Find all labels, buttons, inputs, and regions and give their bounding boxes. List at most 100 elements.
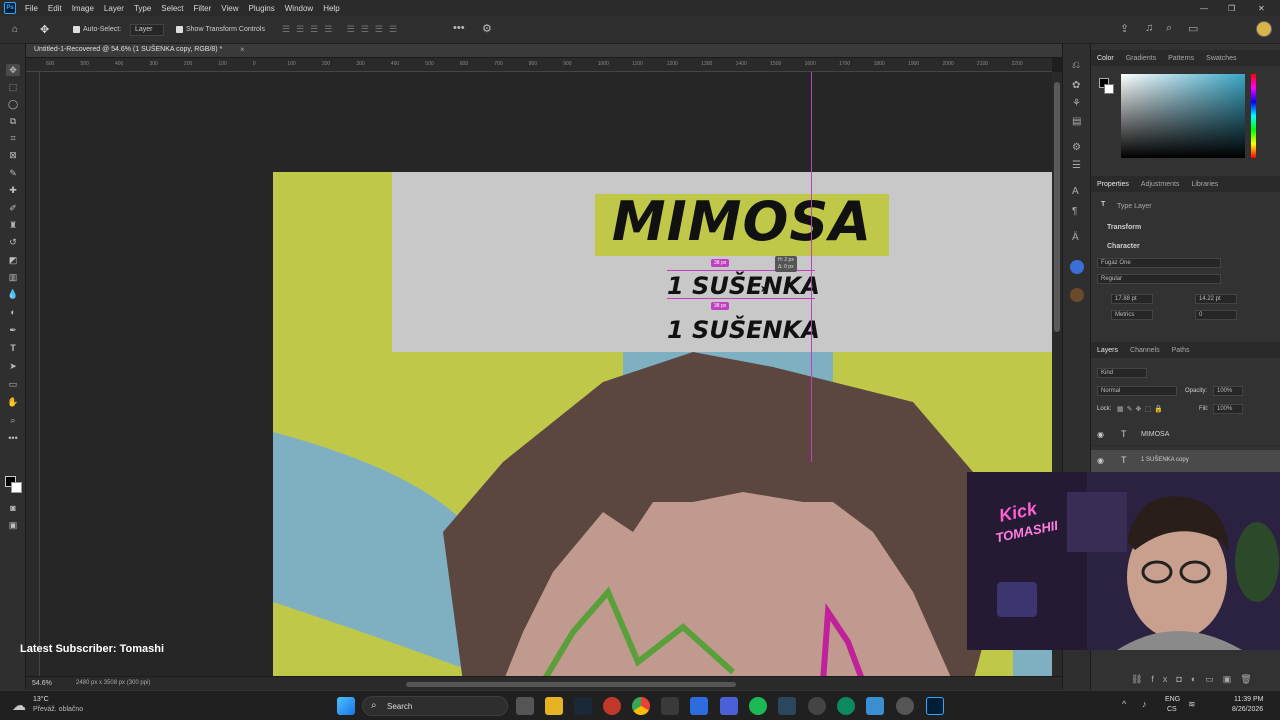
canvas-area[interactable]: MIMOSA 1 SUŠENKA 1 SUŠENKA 38 px 38 px H… xyxy=(40,72,1052,676)
layer-row-mimosa[interactable]: ◉ T MIMOSA xyxy=(1091,424,1280,446)
restore-icon[interactable]: ❐ xyxy=(1228,4,1235,13)
hand-tool-icon[interactable]: ✋ xyxy=(6,396,20,408)
align-icons[interactable]: ☰☰☰☰ ☰☰☰☰ xyxy=(282,24,403,35)
tab-adjustments[interactable]: Adjustments xyxy=(1135,181,1186,188)
steam-icon[interactable] xyxy=(574,697,592,715)
zoom-level[interactable]: 54.6% xyxy=(32,680,52,687)
healing-tool-icon[interactable]: ✚ xyxy=(6,184,20,196)
menu-layer[interactable]: Layer xyxy=(99,4,129,13)
brush-tool-icon[interactable]: ✐ xyxy=(6,202,20,214)
steam-2-icon[interactable] xyxy=(778,697,796,715)
weather-icon[interactable]: ☁ xyxy=(12,697,26,714)
tab-layers[interactable]: Layers xyxy=(1091,347,1124,354)
tab-patterns[interactable]: Patterns xyxy=(1162,55,1200,62)
app-red-icon[interactable] xyxy=(603,697,621,715)
obs-icon[interactable] xyxy=(808,697,826,715)
menu-filter[interactable]: Filter xyxy=(189,4,217,13)
lock-icons[interactable]: ▦✎✥⬚🔒 xyxy=(1117,405,1166,413)
rectangle-tool-icon[interactable]: ▭ xyxy=(6,378,20,390)
menu-file[interactable]: File xyxy=(20,4,43,13)
visibility-eye-icon[interactable]: ◉ xyxy=(1097,430,1104,439)
adjust-icon[interactable]: ⚙ xyxy=(1072,142,1081,153)
comment-icon[interactable]: ▤ xyxy=(1072,116,1081,127)
wifi-icon[interactable]: ≋ xyxy=(1188,699,1196,710)
menu-type[interactable]: Type xyxy=(129,4,156,13)
background-color-swatch[interactable] xyxy=(11,482,22,493)
visibility-eye-icon[interactable]: ◉ xyxy=(1097,456,1104,465)
horizontal-scrollbar[interactable] xyxy=(406,682,736,687)
taskbar-search[interactable]: ⌕ Search xyxy=(362,696,508,716)
crop-tool-icon[interactable]: ⌗ xyxy=(6,132,20,144)
more-tools-icon[interactable]: ••• xyxy=(6,432,20,444)
menu-plugins[interactable]: Plugins xyxy=(244,4,280,13)
tab-gradients[interactable]: Gradients xyxy=(1120,55,1162,62)
opacity-field[interactable]: 100% xyxy=(1213,386,1243,396)
quick-mask-icon[interactable]: ◙ xyxy=(6,502,20,514)
workspace-icon[interactable]: ▭ xyxy=(1188,22,1198,35)
character-section[interactable]: Character xyxy=(1107,243,1140,250)
home-icon[interactable]: ⌂ xyxy=(12,24,18,35)
spotify-icon[interactable] xyxy=(749,697,767,715)
paragraph-icon[interactable]: ¶ xyxy=(1072,206,1077,217)
mic-icon[interactable]: ♪ xyxy=(1142,699,1147,709)
tab-properties[interactable]: Properties xyxy=(1091,181,1135,188)
history-brush-tool-icon[interactable]: ↺ xyxy=(6,236,20,248)
taskview-icon[interactable] xyxy=(516,697,534,715)
kerning-field[interactable]: Metrics xyxy=(1111,310,1153,320)
app-blue-icon[interactable] xyxy=(720,697,738,715)
menu-select[interactable]: Select xyxy=(156,4,188,13)
brush-panel-icon[interactable]: ⚘ xyxy=(1072,98,1081,109)
dodge-tool-icon[interactable]: ◐ xyxy=(6,306,20,318)
close-window-icon[interactable]: ✕ xyxy=(1258,4,1265,13)
app-a-icon[interactable] xyxy=(661,697,679,715)
tab-channels[interactable]: Channels xyxy=(1124,347,1166,354)
layer-filter-kind[interactable]: Kind xyxy=(1097,368,1147,378)
weather-desc[interactable]: Převáž. oblačno xyxy=(33,706,83,713)
tab-color[interactable]: Color xyxy=(1091,55,1120,62)
blend-mode-dropdown[interactable]: Normal xyxy=(1097,386,1177,396)
path-select-tool-icon[interactable]: ➤ xyxy=(6,360,20,372)
move-tool-icon[interactable]: ✥ xyxy=(40,23,49,36)
lang-primary[interactable]: ENG xyxy=(1165,696,1180,703)
glyphs-icon[interactable]: Ä xyxy=(1072,232,1079,243)
zoom-tool-icon[interactable]: ⌕ xyxy=(6,414,20,426)
tray-chevron-icon[interactable]: ^ xyxy=(1122,699,1126,709)
move-tool-icon[interactable]: ✥ xyxy=(6,64,20,76)
app-window-icon[interactable] xyxy=(866,697,884,715)
lasso-tool-icon[interactable]: ◯ xyxy=(6,98,20,110)
eraser-tool-icon[interactable]: ◩ xyxy=(6,254,20,266)
share-icon[interactable]: ⇪ xyxy=(1120,22,1129,35)
eyedropper-tool-icon[interactable]: ✎ xyxy=(6,167,20,179)
plugin-icon[interactable] xyxy=(1070,260,1084,274)
type-tool-icon[interactable]: T xyxy=(6,342,20,354)
layer-row-susenka-copy[interactable]: ◉ T 1 SUŠENKA copy xyxy=(1091,450,1280,472)
minimize-icon[interactable]: — xyxy=(1200,4,1208,13)
menu-image[interactable]: Image xyxy=(67,4,99,13)
tracking-field[interactable]: 0 xyxy=(1195,310,1237,320)
chatgpt-icon[interactable] xyxy=(896,697,914,715)
gear-icon[interactable]: ⚙ xyxy=(482,22,492,35)
font-style-dropdown[interactable]: Regular xyxy=(1097,274,1221,284)
grid-app-icon[interactable] xyxy=(690,697,708,715)
more-options-icon[interactable]: ••• xyxy=(453,22,465,34)
leading-field[interactable]: 14.22 pt xyxy=(1195,294,1237,304)
app-green-icon[interactable] xyxy=(837,697,855,715)
pen-tool-icon[interactable]: ✒ xyxy=(6,324,20,336)
font-size-field[interactable]: 17.88 pt xyxy=(1111,294,1153,304)
tab-paths[interactable]: Paths xyxy=(1166,347,1196,354)
stamp-tool-icon[interactable]: ♜ xyxy=(6,219,20,231)
document-canvas[interactable]: MIMOSA 1 SUŠENKA 1 SUŠENKA 38 px 38 px H… xyxy=(273,172,1052,676)
start-icon[interactable] xyxy=(337,697,355,715)
canvas-line-2[interactable]: 1 SUŠENKA xyxy=(667,316,820,344)
frame-tool-icon[interactable]: ⊠ xyxy=(6,149,20,161)
document-tab-close-icon[interactable]: × xyxy=(240,45,245,54)
hue-slider[interactable] xyxy=(1251,74,1256,158)
chrome-icon[interactable] xyxy=(632,697,650,715)
history-icon[interactable]: ⎌ xyxy=(1072,60,1080,71)
blur-tool-icon[interactable]: 💧 xyxy=(6,288,20,300)
artboard-tool-icon[interactable]: ⬚ xyxy=(6,81,20,93)
tab-swatches[interactable]: Swatches xyxy=(1200,55,1242,62)
show-transform-checkbox[interactable] xyxy=(176,26,183,33)
character-icon[interactable]: A xyxy=(1072,186,1079,197)
weather-temp[interactable]: 13°C xyxy=(33,696,49,703)
